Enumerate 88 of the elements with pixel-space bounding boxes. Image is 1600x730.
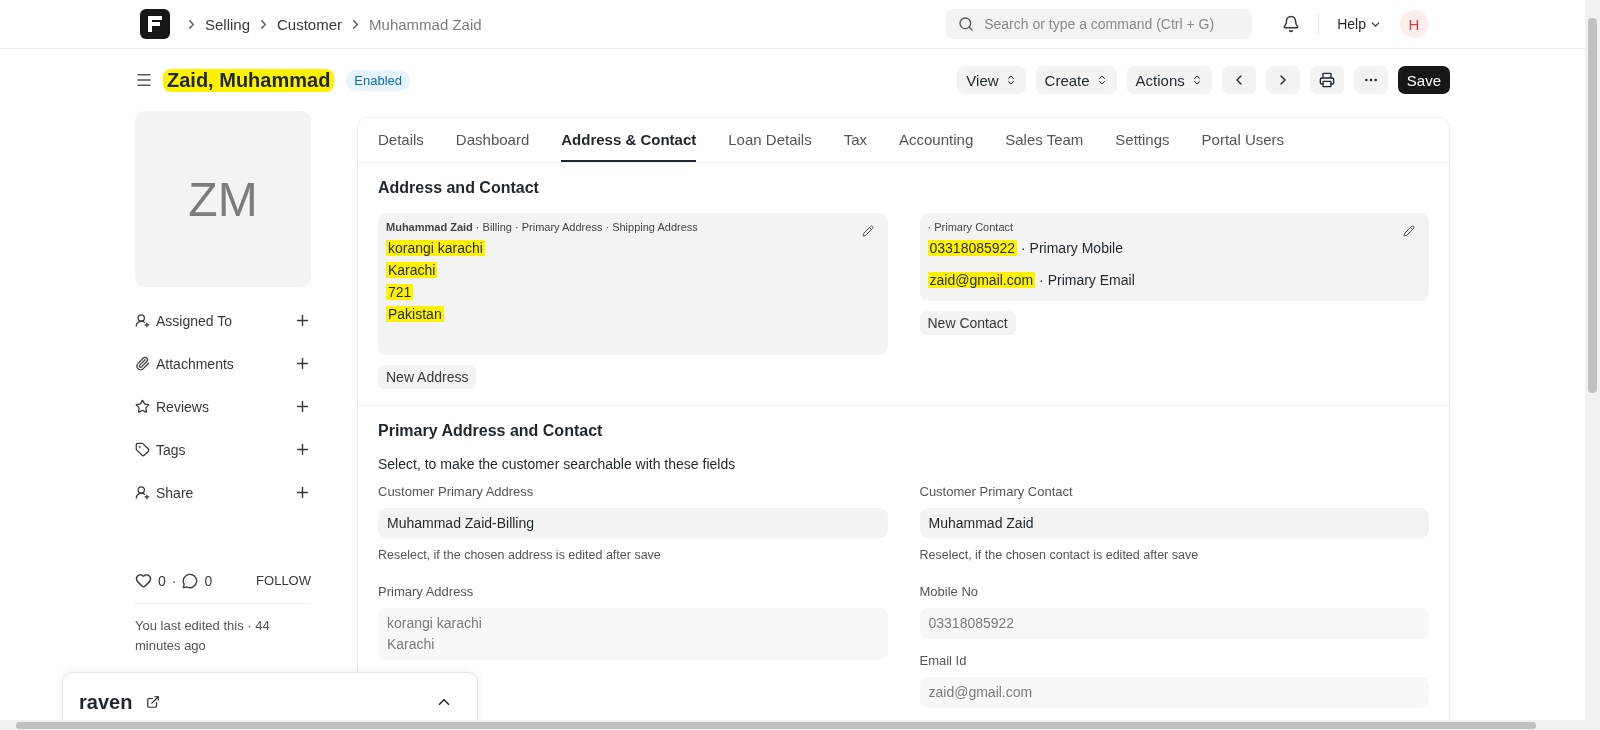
last-edited-text: You last edited this · 44 minutes ago (135, 617, 271, 655)
tab[interactable]: Portal Users (1201, 118, 1285, 162)
print-button[interactable] (1309, 66, 1344, 94)
vertical-scrollbar[interactable] (1585, 0, 1600, 730)
tab[interactable]: Sales Team (1005, 118, 1084, 162)
add-button[interactable] (294, 355, 311, 372)
like-count: 0 (158, 572, 166, 589)
edit-icon[interactable] (861, 225, 874, 237)
input-field[interactable]: Muhammad Zaid-Billing (378, 508, 888, 538)
tab[interactable]: Accounting (899, 118, 974, 162)
tab[interactable]: Dashboard (455, 118, 530, 162)
breadcrumb-link[interactable]: Customer (277, 15, 343, 33)
field-label: Email Id (919, 653, 968, 668)
help-menu[interactable]: Help (1337, 16, 1382, 32)
plus-icon (294, 355, 311, 372)
separator-dot: · (171, 572, 177, 589)
breadcrumb-link[interactable]: Muhammad Zaid (369, 15, 482, 33)
save-button[interactable]: Save (1397, 66, 1450, 94)
horizontal-scrollbar[interactable] (0, 720, 1585, 730)
dropdown-button[interactable]: Create (1035, 66, 1117, 94)
scrollbar-thumb[interactable] (1588, 18, 1597, 393)
field-label: Primary Address (378, 584, 475, 599)
input-field[interactable]: Muhammad Zaid (919, 508, 1429, 538)
section-title: Primary Address and Contact (378, 422, 604, 440)
printer-icon (1318, 72, 1335, 88)
external-link-icon[interactable] (146, 695, 161, 709)
status-badge: Enabled (346, 69, 411, 91)
dropdown-button[interactable]: View (957, 66, 1026, 94)
search-icon (958, 16, 975, 32)
contact-type: · Primary Mobile (1021, 240, 1123, 256)
field-hint: Reselect, if the chosen address is edited after save (378, 548, 662, 562)
section-title: Address and Contact (378, 179, 540, 197)
follow-link[interactable]: FOLLOW (256, 573, 311, 588)
contact-value: zaid@gmail.com (927, 272, 1036, 288)
tab[interactable]: Settings (1115, 118, 1170, 162)
plus-icon (294, 441, 311, 458)
sidebar-label: Reviews (156, 398, 209, 415)
tab[interactable]: Address & Contact (561, 118, 697, 162)
plus-icon (294, 398, 311, 415)
search-field[interactable]: Search or type a command (Ctrl + G) (946, 9, 1253, 39)
paperclip-icon (135, 356, 150, 371)
heart-icon[interactable] (135, 572, 152, 589)
bell-icon[interactable] (1282, 15, 1301, 33)
sidebar-label: Tags (156, 441, 186, 458)
comment-icon[interactable] (182, 572, 199, 589)
contact-heading: · Primary Contact (927, 221, 1015, 233)
next-button[interactable] (1265, 66, 1300, 94)
sidebar-label: Attachments (156, 355, 234, 372)
address-heading: Muhammad Zaid · Billing · Primary Address · Shipping Address (386, 221, 699, 233)
avatar-initials: ZM (135, 111, 311, 287)
page-title: Zaid, Muhammad (163, 68, 335, 92)
tab[interactable]: Tax (843, 118, 867, 162)
dropdown-button[interactable]: Actions (1126, 66, 1212, 94)
contact-type: · Primary Email (1039, 272, 1135, 288)
add-button[interactable] (294, 441, 311, 458)
tab[interactable]: Details (378, 118, 424, 162)
tab[interactable]: Loan Details (728, 118, 812, 162)
section-description: Select, to make the customer searchable with these fields (378, 456, 737, 472)
readonly-field: zaid@gmail.com (919, 677, 1429, 708)
add-button[interactable] (294, 398, 311, 415)
contact-value: 03318085922 (927, 240, 1018, 256)
user-plus-icon (135, 485, 150, 500)
sidebar-label: Share (156, 484, 194, 501)
add-button[interactable] (294, 484, 311, 501)
scrollbar-thumb[interactable] (16, 722, 1536, 729)
user-plus-icon (135, 313, 150, 328)
field-label: Mobile No (919, 584, 980, 599)
field-label: Customer Primary Contact (919, 484, 1074, 499)
field-label: Customer Primary Address (378, 484, 535, 499)
new-contact-button[interactable]: New Contact (919, 311, 1016, 335)
tag-icon (135, 442, 150, 457)
field-hint: Reselect, if the chosen contact is edited after save (919, 548, 1200, 562)
star-icon (135, 399, 150, 414)
plus-icon (294, 312, 311, 329)
previous-button[interactable] (1221, 66, 1256, 94)
new-address-button[interactable]: New Address (378, 365, 477, 389)
readonly-field: korangi karachi Karachi (378, 608, 888, 660)
breadcrumb-link[interactable]: Selling (205, 15, 251, 33)
app-logo[interactable] (140, 9, 170, 39)
menu-icon[interactable] (135, 71, 153, 89)
add-button[interactable] (294, 312, 311, 329)
edit-icon[interactable] (1403, 225, 1415, 237)
comment-count: 0 (204, 572, 213, 589)
user-avatar[interactable]: H (1400, 10, 1428, 38)
widget-title: raven (79, 690, 133, 714)
readonly-field: 03318085922 (919, 608, 1429, 639)
sidebar-label: Assigned To (156, 312, 232, 329)
plus-icon (294, 484, 311, 501)
